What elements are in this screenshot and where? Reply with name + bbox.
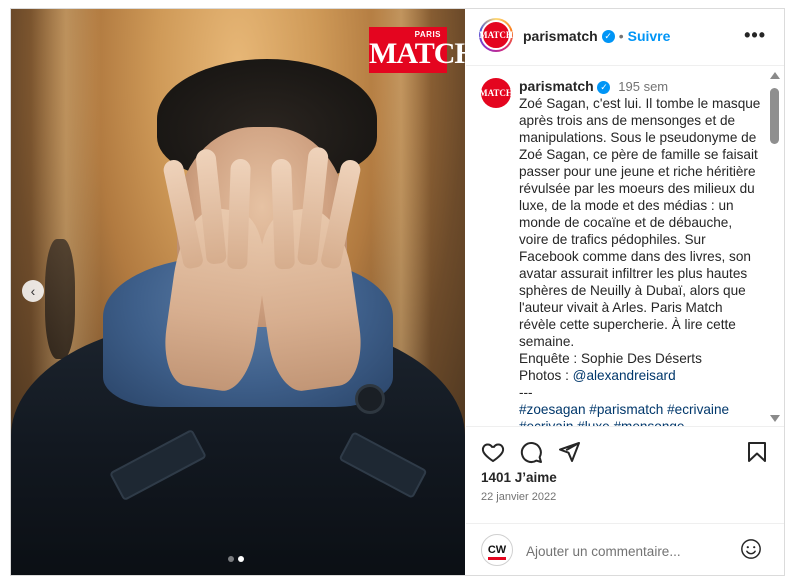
current-user-avatar[interactable]: CW	[481, 534, 513, 566]
caption-area[interactable]: MATCH parismatch ✓ 195 sem Zoé Sagan, c'…	[466, 66, 784, 426]
post-image[interactable]	[11, 9, 465, 575]
hashtags-line-1[interactable]: #zoesagan #parismatch #ecrivaine	[519, 401, 761, 418]
scroll-thumb[interactable]	[770, 88, 779, 144]
bookmark-icon[interactable]	[745, 440, 769, 464]
profile-avatar: MATCH	[479, 20, 513, 50]
comment-icon[interactable]	[519, 440, 543, 464]
background-person	[45, 239, 75, 359]
carousel-indicator	[228, 556, 244, 562]
likes-count[interactable]: 1401 J’aime	[481, 470, 557, 485]
previous-image-button[interactable]: ‹	[22, 280, 44, 302]
caption-avatar[interactable]: MATCH	[479, 78, 513, 108]
header-username[interactable]: parismatch	[523, 28, 598, 44]
post-date[interactable]: 22 janvier 2022	[481, 491, 556, 503]
avatar-logo-text: MATCH	[479, 30, 513, 40]
verified-icon: ✓	[597, 80, 611, 94]
paris-match-logo: PARIS MATCH	[369, 27, 478, 73]
post-header: MATCH parismatch ✓ • Suivre •••	[466, 9, 784, 66]
follow-button[interactable]: Suivre	[628, 28, 671, 44]
comment-input[interactable]	[524, 540, 728, 562]
post-details-panel: MATCH parismatch ✓ • Suivre ••• MATCH pa…	[466, 9, 784, 575]
carousel-dot-active	[238, 556, 244, 562]
more-icon[interactable]: •••	[744, 25, 766, 46]
scroll-down-arrow[interactable]	[770, 415, 780, 422]
hashtags-line-2[interactable]: #ecrivain #luxe #mensonge	[519, 418, 761, 426]
scroll-up-arrow[interactable]	[770, 72, 780, 79]
logo-big-text: MATCH	[369, 37, 478, 70]
credit-photos-label: Photos :	[519, 368, 573, 383]
credit-enquete: Enquête : Sophie Des Déserts	[519, 351, 702, 366]
caption-username[interactable]: parismatch	[519, 78, 594, 94]
caption-body: parismatch ✓ 195 sem Zoé Sagan, c'est lu…	[519, 78, 761, 426]
caption-avatar-text: MATCH	[479, 88, 513, 98]
current-user-avatar-text: CW	[487, 544, 507, 556]
carousel-dot	[228, 556, 234, 562]
emoji-icon[interactable]	[740, 538, 762, 560]
share-icon[interactable]	[557, 440, 581, 464]
caption-text: Zoé Sagan, c'est lui. Il tombe le masque…	[519, 96, 761, 349]
chevron-left-icon: ‹	[30, 283, 36, 299]
verified-icon: ✓	[601, 29, 615, 43]
finger	[271, 158, 295, 270]
photographer-mention[interactable]: @alexandreisard	[573, 368, 676, 383]
heart-icon[interactable]	[481, 440, 505, 464]
coat-button	[355, 384, 385, 414]
caption-separator: ---	[519, 385, 533, 400]
story-ring[interactable]: MATCH	[479, 18, 513, 52]
caption-age[interactable]: 195 sem	[618, 79, 668, 94]
header-separator: •	[618, 28, 624, 44]
add-comment-bar: CW	[466, 523, 784, 576]
finger	[227, 158, 251, 270]
avatar-accent	[488, 557, 506, 560]
caption-scrollbar[interactable]	[768, 66, 782, 426]
credit-photos: Photos : @alexandreisard	[519, 367, 761, 384]
